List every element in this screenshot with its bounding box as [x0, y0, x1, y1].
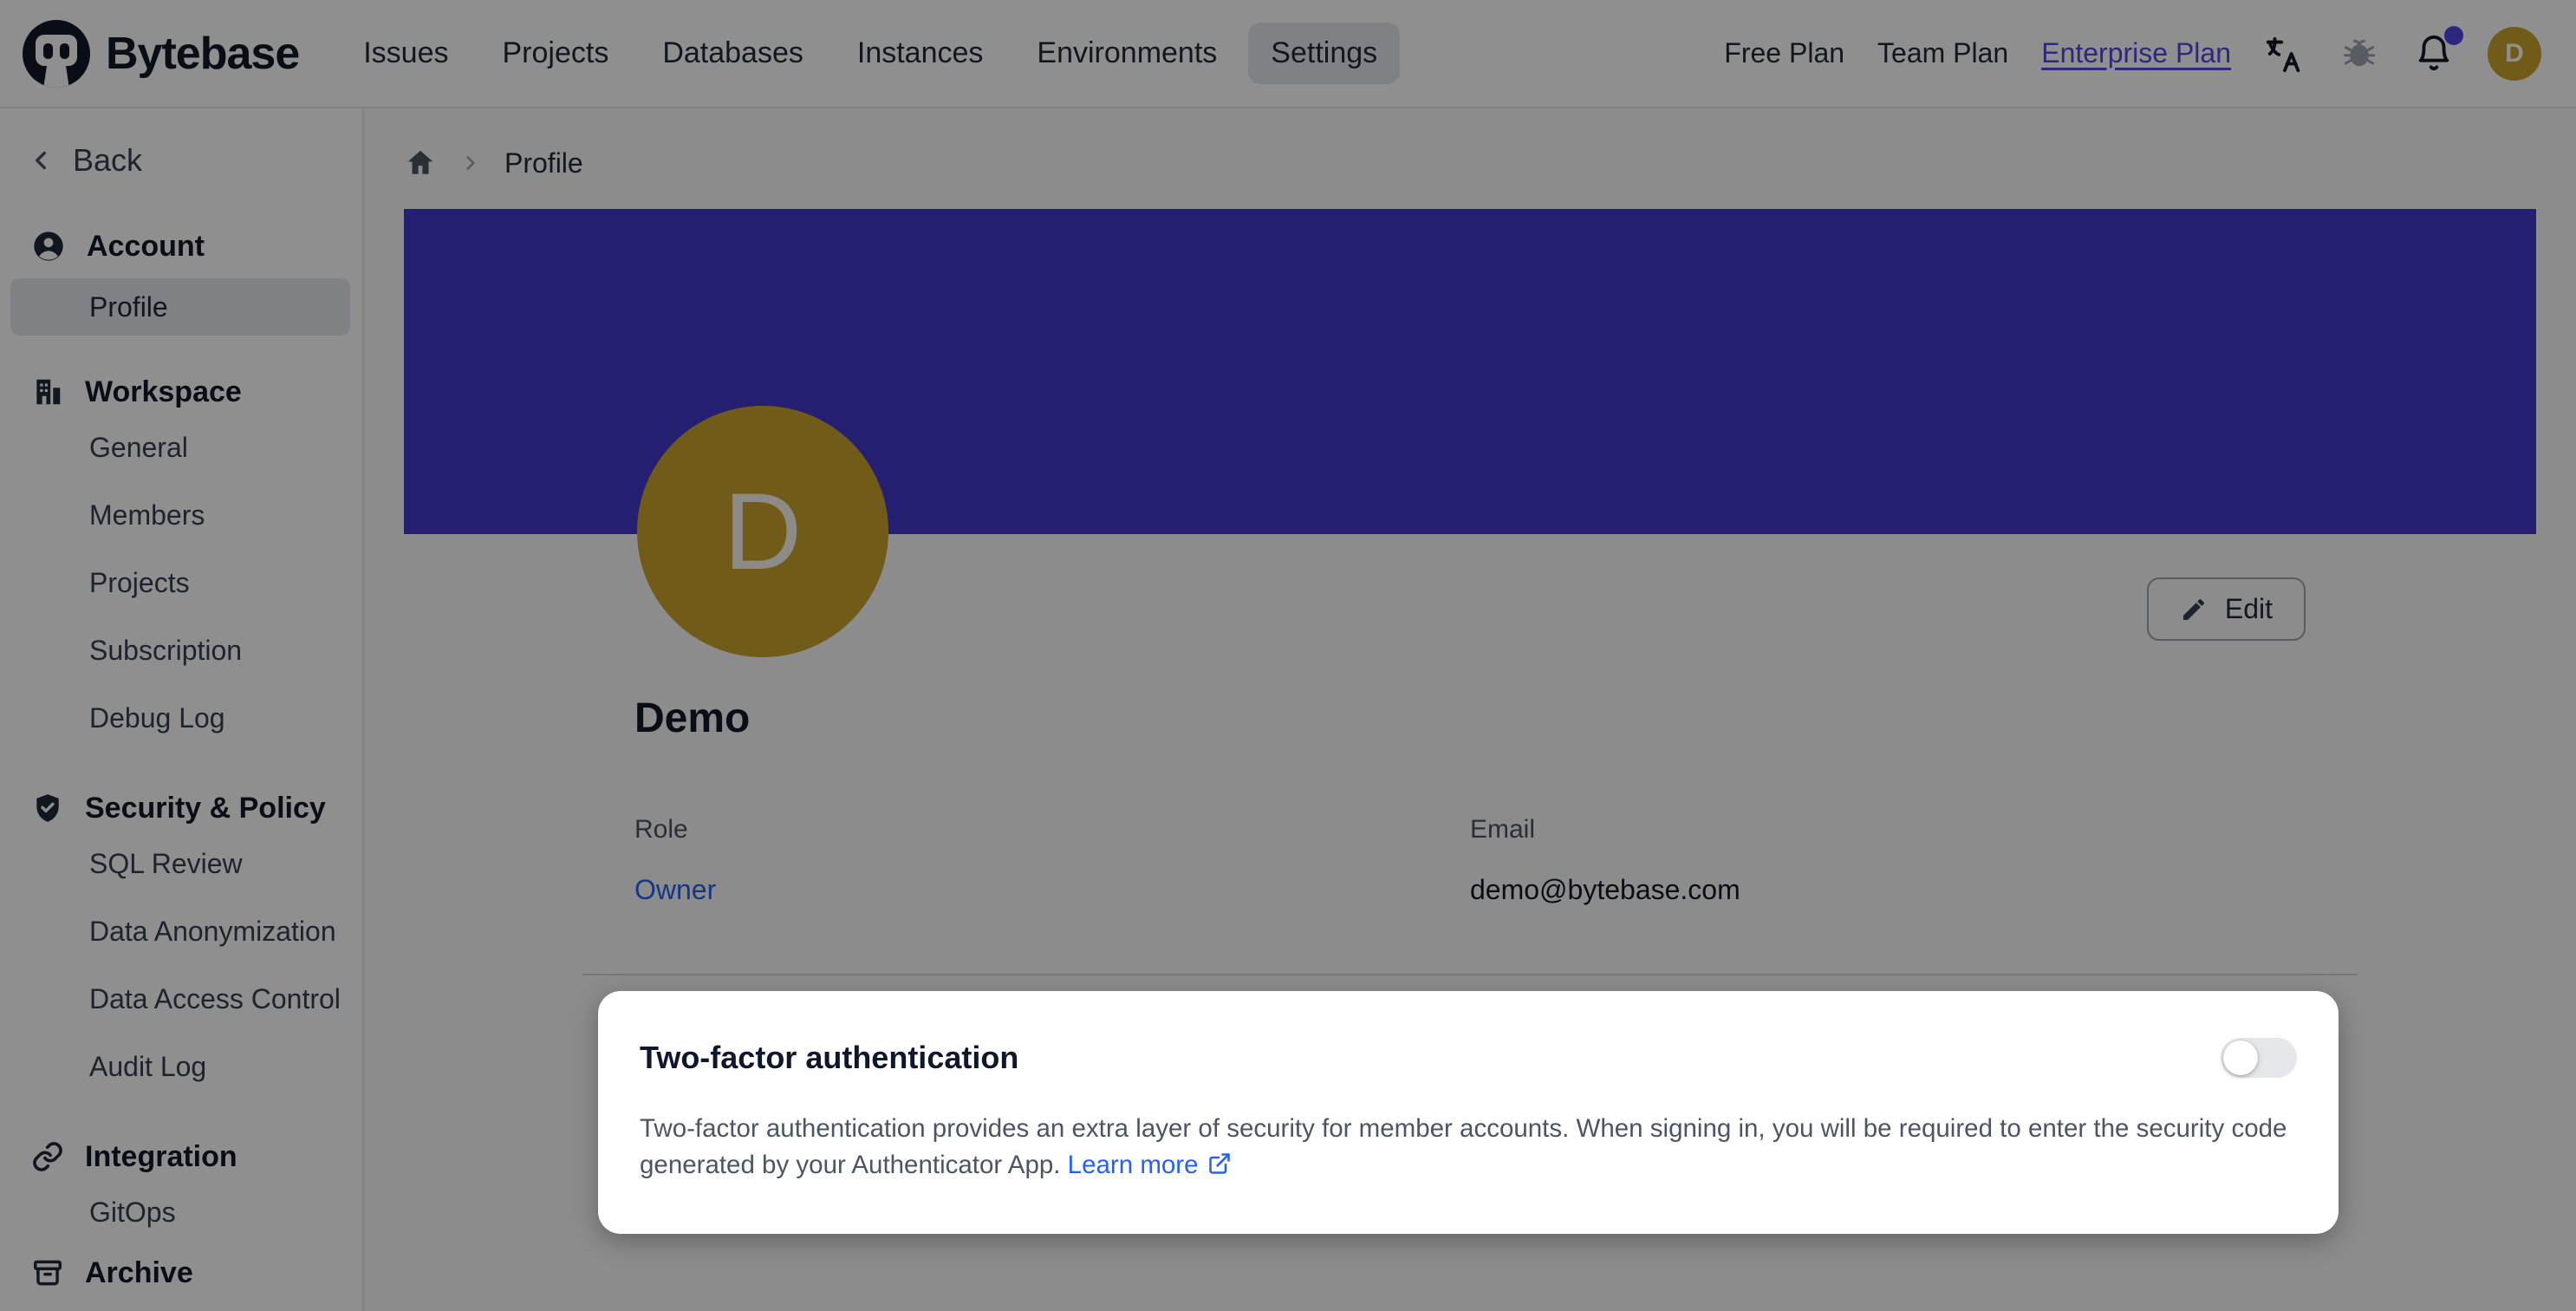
external-link-icon [1207, 1151, 1232, 1176]
two-factor-card: Two-factor authentication Two-factor aut… [598, 991, 2339, 1234]
learn-more-link[interactable]: Learn more [1068, 1151, 1232, 1179]
toggle-knob [2223, 1040, 2258, 1075]
two-factor-title: Two-factor authentication [640, 1040, 1018, 1076]
two-factor-description: Two-factor authentication provides an ex… [640, 1111, 2297, 1184]
two-factor-toggle[interactable] [2221, 1038, 2297, 1078]
